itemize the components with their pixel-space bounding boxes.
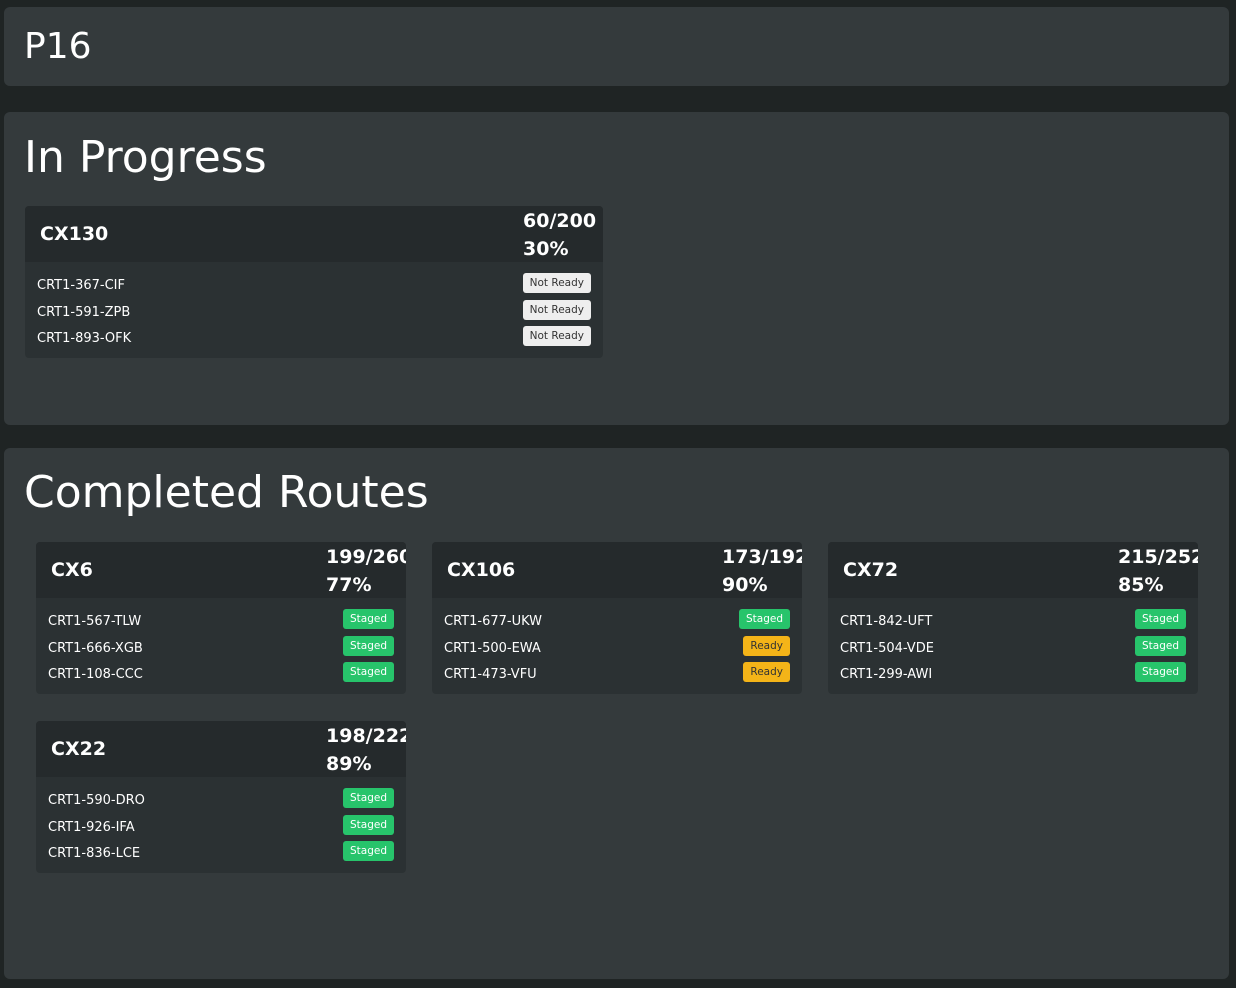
crate-id: CRT1-473-VFU [444,667,537,682]
in-progress-panel: In Progress CX130 60/200 30% CRT1-367-CI… [4,112,1229,425]
route-name: CX6 [51,559,93,581]
completed-routes-panel: Completed Routes CX6 199/260 77% CRT1-56… [4,448,1229,979]
route-count: 60/200 [523,210,597,232]
status-badge: Not Ready [522,326,591,346]
crate-id: CRT1-926-IFA [48,819,135,835]
crate-id: CRT1-893-OFK [37,331,132,346]
crate-list: CRT1-567-TLW Staged CRT1-666-XGB Staged … [36,598,406,694]
route-name: CX130 [40,223,109,245]
crate-id: CRT1-504-VDE [840,640,934,656]
route-card-header: CX72 215/252 85% [828,542,1198,598]
crate-row[interactable]: CRT1-842-UFT Staged [840,609,1186,636]
crate-id: CRT1-836-LCE [48,846,141,861]
route-count: 173/192 [722,546,802,568]
route-card-header: CX6 199/260 77% [36,542,406,598]
status-badge: Staged [342,788,394,808]
route-card-header: CX106 173/192 90% [432,542,802,598]
crate-id: CRT1-567-TLW [48,614,142,629]
crate-list: CRT1-842-UFT Staged CRT1-504-VDE Staged … [828,598,1198,694]
status-badge: Staged [342,841,394,861]
header-panel: P16 [4,7,1229,86]
in-progress-title: In Progress [24,132,267,183]
crate-id: CRT1-590-DRO [48,793,145,808]
route-percent: 30% [523,238,569,260]
route-card-cx22[interactable]: CX22 198/222 89% CRT1-590-DRO Staged CRT… [36,721,406,873]
route-percent: 89% [326,753,372,775]
route-card-cx106[interactable]: CX106 173/192 90% CRT1-677-UKW Staged CR… [432,542,802,694]
crate-id: CRT1-666-XGB [48,640,143,656]
crate-row[interactable]: CRT1-590-DRO Staged [48,788,394,815]
route-name: CX106 [447,559,516,581]
crate-id: CRT1-677-UKW [444,614,543,629]
route-card-cx130[interactable]: CX130 60/200 30% CRT1-367-CIF Not Ready … [25,206,603,358]
crate-row[interactable]: CRT1-926-IFA Staged [48,814,394,842]
status-badge: Staged [738,609,790,629]
route-count: 215/252 [1118,546,1198,568]
route-stats: 60/200 30% [523,207,599,263]
crate-row[interactable]: CRT1-504-VDE Staged [840,635,1186,663]
crate-row[interactable]: CRT1-893-OFK Not Ready [37,326,591,353]
status-badge: Staged [1134,635,1186,656]
crate-row[interactable]: CRT1-677-UKW Staged [444,609,790,636]
route-card-header: CX22 198/222 89% [36,721,406,777]
route-card-header: CX130 60/200 30% [25,206,603,262]
route-count: 199/260 [326,546,406,568]
crate-row[interactable]: CRT1-500-EWA Ready [444,635,790,663]
crate-id: CRT1-842-UFT [840,614,933,629]
crate-row[interactable]: CRT1-367-CIF Not Ready [37,273,591,300]
route-name: CX72 [843,559,899,581]
completed-routes-title: Completed Routes [24,467,429,518]
status-badge: Not Ready [522,299,591,320]
status-badge: Staged [1134,662,1186,682]
status-badge: Staged [1134,609,1186,629]
crate-id: CRT1-500-EWA [444,640,541,656]
status-badge: Ready [743,635,790,656]
route-stats: 199/260 77% [326,543,406,599]
crate-row[interactable]: CRT1-591-ZPB Not Ready [37,299,591,327]
route-count: 198/222 [326,725,406,747]
route-stats: 215/252 85% [1118,543,1198,599]
crate-list: CRT1-367-CIF Not Ready CRT1-591-ZPB Not … [25,262,603,358]
page-title: P16 [24,26,92,67]
status-badge: Staged [342,662,394,682]
status-badge: Staged [342,814,394,835]
crate-row[interactable]: CRT1-108-CCC Staged [48,662,394,689]
crate-row[interactable]: CRT1-567-TLW Staged [48,609,394,636]
status-badge: Ready [743,662,790,682]
crate-row[interactable]: CRT1-666-XGB Staged [48,635,394,663]
crate-id: CRT1-108-CCC [48,667,143,682]
status-badge: Staged [342,609,394,629]
crate-id: CRT1-367-CIF [37,278,125,293]
route-card-cx6[interactable]: CX6 199/260 77% CRT1-567-TLW Staged CRT1… [36,542,406,694]
status-badge: Staged [342,635,394,656]
route-name: CX22 [51,738,107,760]
route-percent: 77% [326,574,372,596]
crate-row[interactable]: CRT1-473-VFU Ready [444,662,790,689]
route-card-cx72[interactable]: CX72 215/252 85% CRT1-842-UFT Staged CRT… [828,542,1198,694]
crate-id: CRT1-299-AWI [840,667,933,682]
route-stats: 198/222 89% [326,722,406,778]
crate-list: CRT1-677-UKW Staged CRT1-500-EWA Ready C… [432,598,802,694]
status-badge: Not Ready [522,273,591,293]
route-percent: 90% [722,574,768,596]
route-stats: 173/192 90% [722,543,802,599]
crate-row[interactable]: CRT1-836-LCE Staged [48,841,394,868]
crate-list: CRT1-590-DRO Staged CRT1-926-IFA Staged … [36,777,406,873]
crate-id: CRT1-591-ZPB [37,304,131,320]
route-percent: 85% [1118,574,1164,596]
crate-row[interactable]: CRT1-299-AWI Staged [840,662,1186,689]
